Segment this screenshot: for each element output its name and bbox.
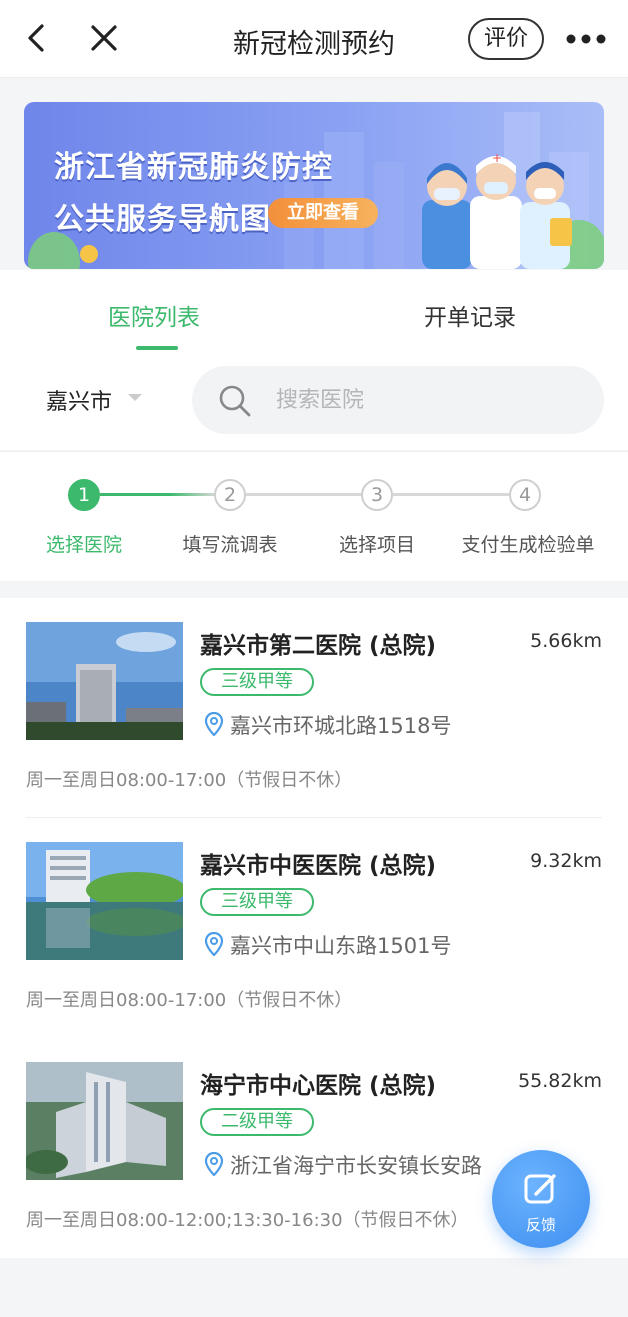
hospital-card[interactable]: 嘉兴市中医医院 (总院) 9.32km 三级甲等 嘉兴市中山东路1501号 周一… <box>0 818 628 1038</box>
hospital-grade-badge: 二级甲等 <box>200 1108 314 1136</box>
banner-line-1: 浙江省新冠肺炎防控 <box>54 150 333 185</box>
hospital-hours: 周一至周日08:00-17:00（节假日不休） <box>26 770 353 791</box>
step-connector <box>246 493 362 496</box>
hospital-photo <box>26 1062 183 1180</box>
search-bar[interactable] <box>192 366 604 434</box>
hospital-grade-badge: 三级甲等 <box>200 668 314 696</box>
medical-staff-illustration: + <box>422 151 572 269</box>
hospital-distance: 5.66km <box>530 630 602 652</box>
hospital-card[interactable]: 嘉兴市第二医院 (总院) 5.66km 三级甲等 嘉兴市环城北路1518号 周一… <box>0 598 628 818</box>
location-pin-icon <box>204 1152 224 1176</box>
rate-button[interactable]: 评价 <box>468 18 544 60</box>
hospital-distance: 55.82km <box>518 1070 602 1092</box>
hospital-name: 嘉兴市中医医院 (总院) <box>200 853 437 879</box>
step-3-marker: 3 <box>361 479 393 511</box>
step-3-label: 选择项目 <box>338 534 415 556</box>
step-1-label: 选择医院 <box>45 534 122 556</box>
hospital-photo <box>26 622 183 740</box>
covid-navigation-banner[interactable]: 浙江省新冠肺炎防控 公共服务导航图 立即查看 + <box>24 102 604 269</box>
feedback-button[interactable]: 反馈 <box>492 1150 590 1248</box>
hospital-name: 嘉兴市第二医院 (总院) <box>200 633 437 659</box>
back-arrow-icon[interactable] <box>18 20 54 56</box>
step-2-marker: 2 <box>214 479 246 511</box>
step-connector <box>393 493 509 496</box>
step-1-marker: 1 <box>68 479 100 511</box>
edit-icon <box>524 1174 556 1204</box>
tab-hospital-list[interactable]: 医院列表 <box>108 298 200 332</box>
location-pin-icon <box>204 932 224 956</box>
tab-order-records[interactable]: 开单记录 <box>424 298 516 332</box>
search-input[interactable] <box>276 380 576 420</box>
chevron-down-icon[interactable] <box>128 394 142 401</box>
close-icon[interactable] <box>86 20 122 56</box>
location-pin-icon <box>204 712 224 736</box>
hospital-address: 嘉兴市中山东路1501号 <box>230 934 452 958</box>
hospital-distance: 9.32km <box>530 850 602 872</box>
active-tab-indicator <box>136 346 178 350</box>
feedback-label: 反馈 <box>525 1216 556 1234</box>
hospital-name: 海宁市中心医院 (总院) <box>200 1073 437 1099</box>
hospital-hours: 周一至周日08:00-12:00;13:30-16:30（节假日不休） <box>26 1210 469 1231</box>
hospital-address: 浙江省海宁市长安镇长安路 <box>230 1154 482 1178</box>
banner-view-now-button[interactable]: 立即查看 <box>268 198 378 228</box>
banner-line-2: 公共服务导航图 <box>54 202 271 237</box>
step-2-label: 填写流调表 <box>182 534 278 556</box>
step-4-marker: 4 <box>509 479 541 511</box>
step-4-label: 支付生成检验单 <box>461 534 595 556</box>
hospital-hours: 周一至周日08:00-17:00（节假日不休） <box>26 990 353 1011</box>
hospital-photo <box>26 842 183 960</box>
search-icon <box>219 385 251 417</box>
booking-steps: 1 2 3 4 选择医院 填写流调表 选择项目 支付生成检验单 <box>0 451 628 581</box>
hospital-address: 嘉兴市环城北路1518号 <box>230 714 452 738</box>
svg-text:+: + <box>492 151 502 165</box>
filter-panel: 医院列表 开单记录 嘉兴市 <box>0 270 628 450</box>
more-options-icon[interactable] <box>564 24 608 54</box>
step-connector <box>100 493 216 496</box>
city-selector[interactable]: 嘉兴市 <box>46 384 112 416</box>
hospital-grade-badge: 三级甲等 <box>200 888 314 916</box>
top-nav-bar: 新冠检测预约 评价 <box>0 0 628 78</box>
